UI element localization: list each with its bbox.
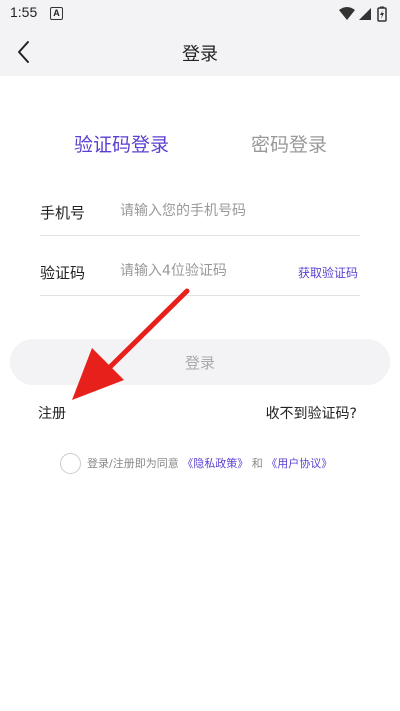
status-bar: 1:55 A (0, 0, 400, 28)
code-input[interactable] (120, 258, 290, 284)
code-label: 验证码 (40, 264, 86, 282)
status-time: 1:55 (10, 4, 38, 20)
tab-sms-code-login[interactable]: 验证码登录 (74, 130, 169, 157)
login-mode-tabs: 验证码登录 密码登录 (0, 130, 400, 160)
phone-label: 手机号 (40, 204, 86, 222)
phone-input[interactable] (120, 198, 290, 224)
code-field: 验证码 获取验证码 (40, 238, 360, 296)
wifi-icon (339, 7, 355, 20)
tab-password-login[interactable]: 密码登录 (251, 130, 327, 157)
privacy-policy-link[interactable]: 《隐私政策》 (182, 457, 248, 470)
no-code-link[interactable]: 收不到验证码? (266, 403, 357, 423)
signal-icon (359, 8, 371, 20)
battery-charging-icon (377, 6, 387, 22)
app-bar: 登录 (0, 28, 400, 76)
phone-field: 手机号 (40, 178, 360, 236)
agreement-text: 登录/注册即为同意 《隐私政策》 和 《用户协议》 (87, 455, 332, 471)
notification-a-icon: A (50, 7, 63, 20)
agreement-checkbox[interactable] (60, 453, 81, 474)
agreement-connector: 和 (251, 457, 263, 470)
user-agreement-link[interactable]: 《用户协议》 (266, 457, 332, 470)
login-button[interactable]: 登录 (10, 339, 390, 385)
register-link[interactable]: 注册 (38, 403, 66, 423)
page-title: 登录 (182, 44, 218, 65)
status-icons (339, 6, 387, 22)
get-code-button[interactable]: 获取验证码 (298, 264, 358, 281)
agreement-prefix: 登录/注册即为同意 (87, 457, 179, 470)
